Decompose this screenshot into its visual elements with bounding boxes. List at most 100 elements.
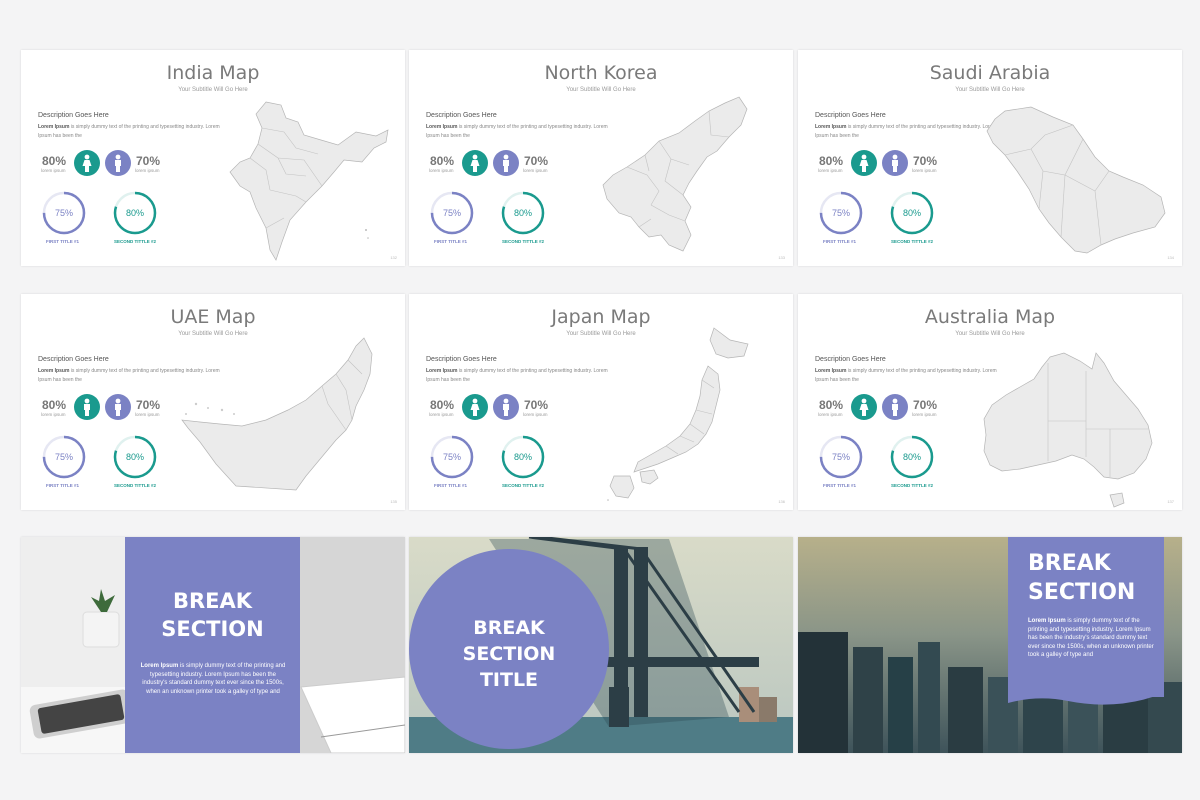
slide-saudi-arabia-map[interactable]: Saudi Arabia Your Subtitle Will Go Here … [798,50,1182,266]
break-title: BREAK SECTION [1028,551,1136,605]
stat-left-label: lorem ipsum [818,168,843,173]
page-number: 135 [390,499,397,504]
ring-2-label: SECOND TITTLE #2 [891,239,934,244]
stat-right-value: 70% [913,398,938,412]
ring-1-label: FIRST TITLE #1 [823,483,857,488]
progress-ring-2: 80% [501,435,545,479]
svg-text:75%: 75% [443,452,461,462]
slide-subtitle: Your Subtitle Will Go Here [178,87,248,93]
male-person-icon [882,394,908,420]
ring-2-label: SECOND TITTLE #2 [114,483,157,488]
progress-ring-1: 75% [819,435,863,479]
stat-right-value: 70% [524,154,549,168]
slide-india-map[interactable]: India Map Your Subtitle Will Go Here Des… [21,50,405,266]
ring-2-label: SECOND TITTLE #2 [114,239,157,244]
stat-right-label: lorem ipsum [523,168,548,173]
stat-left-value: 80% [819,154,844,168]
progress-ring-2: 80% [113,191,157,235]
slide-subtitle: Your Subtitle Will Go Here [955,87,1025,93]
description-heading: Description Goes Here [38,356,109,363]
stat-right-value: 70% [136,398,161,412]
break-section-slide-2[interactable]: BREAK SECTION TITLE [409,537,793,753]
svg-text:75%: 75% [832,208,850,218]
stat-right-value: 70% [136,154,161,168]
purple-panel-wave [1008,687,1164,705]
australia-map [983,352,1153,508]
male-person-icon [74,394,100,420]
slide-australia-map[interactable]: Australia Map Your Subtitle Will Go Here… [798,294,1182,510]
svg-text:75%: 75% [55,208,73,218]
ring-1-label: FIRST TITLE #1 [46,483,80,488]
japan-map [607,327,749,501]
slide-title: UAE Map [170,306,256,328]
stat-left-value: 80% [430,154,455,168]
stat-right-label: lorem ipsum [523,412,548,417]
slide-japan-map[interactable]: Japan Map Your Subtitle Will Go Here Des… [409,294,793,510]
ring-1-label: FIRST TITLE #1 [434,239,468,244]
stat-right-label: lorem ipsum [135,412,160,417]
break-section-slide-3[interactable]: BREAK SECTION Lorem Ipsum is simply dumm… [798,537,1182,753]
stat-left-value: 80% [430,398,455,412]
break-body-text: Lorem Ipsum is simply dummy text of the … [1028,618,1154,658]
slide-subtitle: Your Subtitle Will Go Here [955,331,1025,337]
svg-text:80%: 80% [514,452,532,462]
progress-ring-2: 80% [113,435,157,479]
slide-subtitle: Your Subtitle Will Go Here [566,87,636,93]
uae-map [181,337,373,491]
svg-text:75%: 75% [443,208,461,218]
female-person-icon [74,150,100,176]
svg-text:80%: 80% [903,208,921,218]
stat-right-label: lorem ipsum [135,168,160,173]
svg-text:80%: 80% [514,208,532,218]
purple-panel [125,537,300,753]
saudi-arabia-map [986,106,1166,254]
description-heading: Description Goes Here [426,356,497,363]
stat-left-value: 80% [42,154,67,168]
slide-title: Australia Map [924,306,1056,328]
male-person-icon [493,150,519,176]
description-text: Lorem Ipsum is simply dummy text of the … [426,124,608,139]
male-person-icon [493,394,519,420]
progress-ring-1: 75% [819,191,863,235]
stat-left-label: lorem ipsum [818,412,843,417]
stat-left-label: lorem ipsum [429,168,454,173]
progress-ring-1: 75% [42,191,86,235]
progress-ring-2: 80% [890,191,934,235]
svg-text:75%: 75% [55,452,73,462]
svg-text:80%: 80% [126,452,144,462]
break-section-slide-1[interactable]: BREAK SECTION Lorem Ipsum is simply dumm… [21,537,405,753]
description-text: Lorem Ipsum is simply dummy text of the … [815,368,997,383]
description-text: Lorem Ipsum is simply dummy text of the … [426,368,608,383]
stat-left-value: 80% [42,398,67,412]
break-body-text: Lorem Ipsum is simply dummy text of the … [140,663,286,695]
progress-ring-1: 75% [430,191,474,235]
svg-text:75%: 75% [832,452,850,462]
progress-ring-2: 80% [501,191,545,235]
stat-right-label: lorem ipsum [912,168,937,173]
ring-1-label: FIRST TITLE #1 [434,483,468,488]
stat-left-label: lorem ipsum [41,168,66,173]
slide-uae-map[interactable]: UAE Map Your Subtitle Will Go Here Descr… [21,294,405,510]
slide-north-korea-map[interactable]: North Korea Your Subtitle Will Go Here D… [409,50,793,266]
india-map [229,101,389,261]
description-heading: Description Goes Here [815,112,886,119]
break-title: BREAK SECTION TITLE [462,617,556,691]
female-person-icon [851,394,877,420]
page-number: 133 [778,255,785,260]
stat-left-value: 80% [819,398,844,412]
male-person-icon [882,150,908,176]
slide-title: Japan Map [551,306,651,328]
page-number: 132 [390,255,397,260]
male-person-icon [105,150,131,176]
progress-ring-1: 75% [430,435,474,479]
slide-title: Saudi Arabia [929,62,1051,84]
page-number: 134 [1167,255,1174,260]
progress-ring-2: 80% [890,435,934,479]
ring-2-label: SECOND TITTLE #2 [891,483,934,488]
stat-left-label: lorem ipsum [429,412,454,417]
stat-left-label: lorem ipsum [41,412,66,417]
stat-right-value: 70% [913,154,938,168]
ring-2-label: SECOND TITTLE #2 [502,239,545,244]
female-person-icon [462,394,488,420]
stat-right-value: 70% [524,398,549,412]
